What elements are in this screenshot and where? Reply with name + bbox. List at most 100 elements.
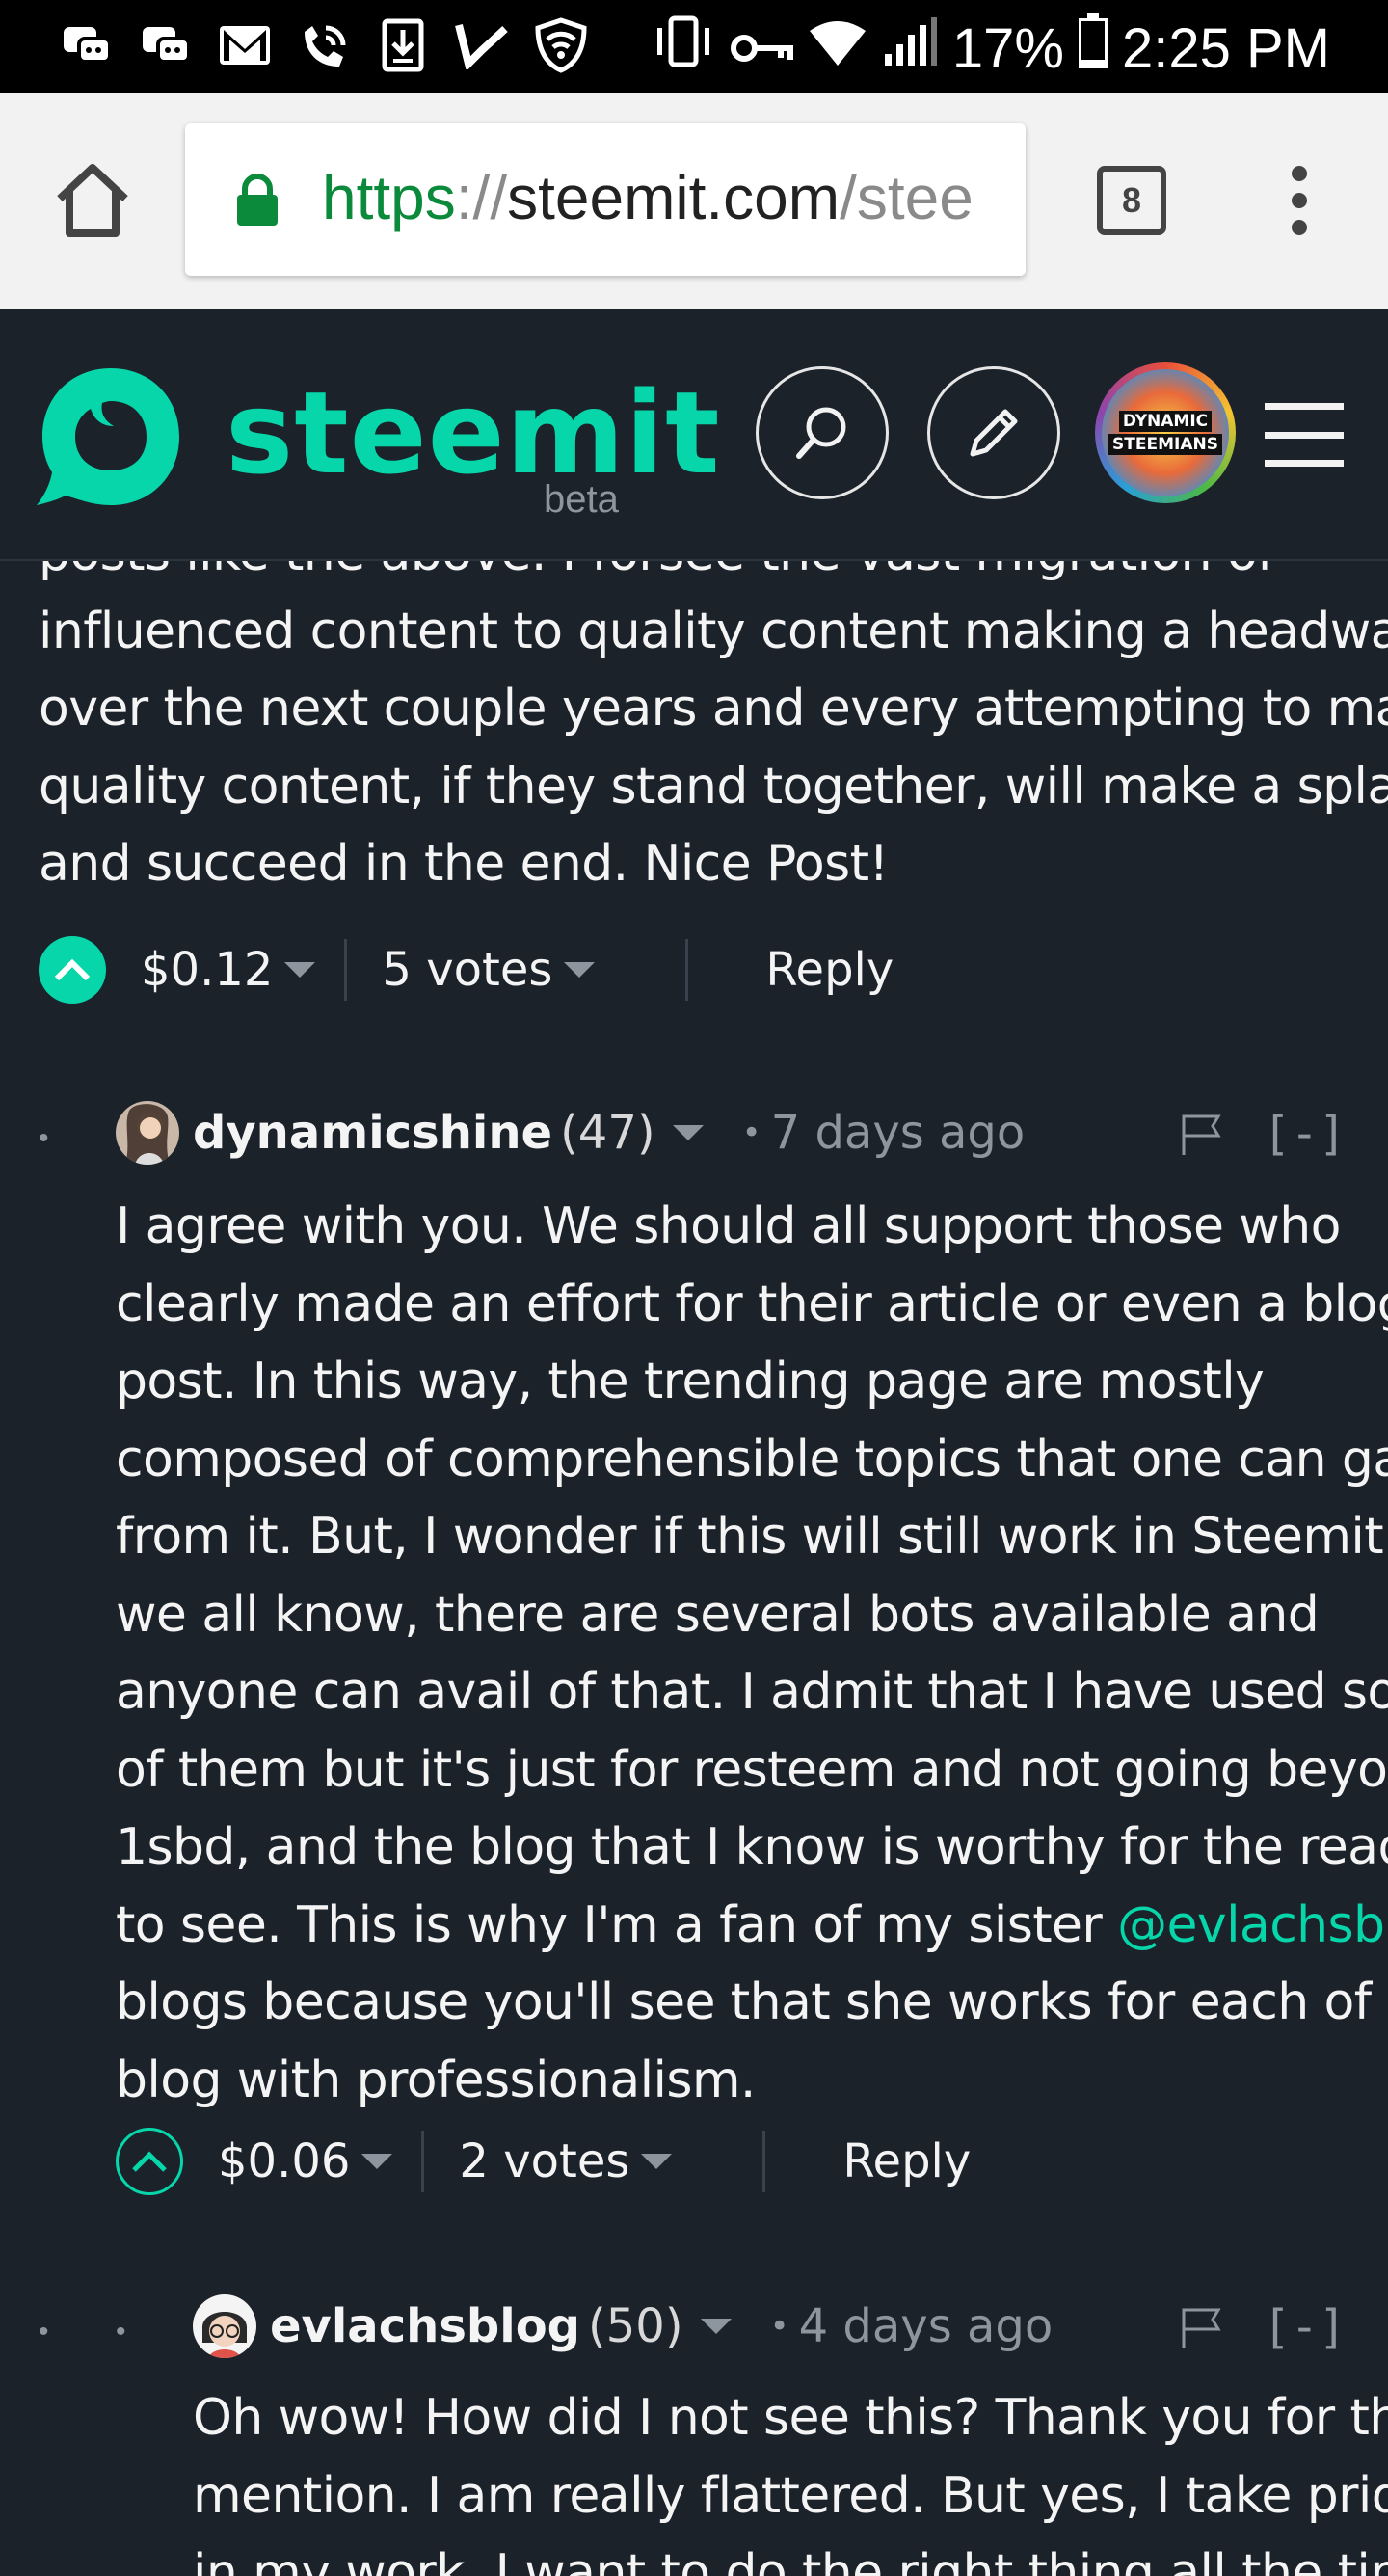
comment-line: mention. I am really flattered. But yes,… bbox=[193, 2466, 1388, 2525]
comment-line: blogs because you'll see that she works … bbox=[116, 1973, 1388, 2031]
beta-label: beta bbox=[544, 478, 619, 521]
flag-icon bbox=[1182, 1114, 1221, 1155]
steemit-logo-icon[interactable] bbox=[37, 362, 185, 516]
url-scheme: https bbox=[322, 163, 456, 232]
separator-dot: • bbox=[741, 1114, 761, 1152]
comment-line: we all know, there are several bots avai… bbox=[116, 1585, 1320, 1644]
avatar-text-line2: STEEMIANS bbox=[1108, 434, 1222, 455]
url-fade bbox=[968, 123, 1026, 276]
notification-icon bbox=[58, 17, 116, 73]
upvote-button[interactable] bbox=[116, 2128, 183, 2195]
divider bbox=[762, 2131, 766, 2192]
votes-count[interactable]: 2 votes bbox=[459, 2134, 629, 2188]
wifi-icon bbox=[808, 16, 868, 81]
status-bar: 17% 2:25 PM bbox=[0, 0, 1388, 93]
collapse-button[interactable]: [-] bbox=[1263, 2300, 1347, 2354]
author-reputation: (50) bbox=[588, 2299, 683, 2353]
divider bbox=[685, 939, 689, 1001]
comment-line: to see. This is why I'm a fan of my sist… bbox=[116, 1887, 1388, 1965]
hamburger-line bbox=[1265, 431, 1344, 439]
search-icon bbox=[796, 407, 846, 459]
pencil-icon bbox=[970, 409, 1018, 457]
flag-button[interactable] bbox=[1180, 1113, 1222, 1162]
comment-footer: $0.12 5 votes Reply bbox=[39, 931, 894, 1008]
search-button[interactable] bbox=[756, 366, 889, 499]
comment-line: Oh wow! How did I not see this? Thank yo… bbox=[193, 2389, 1388, 2447]
reply-link[interactable]: Reply bbox=[765, 943, 894, 997]
url-separator: :// bbox=[455, 163, 508, 232]
status-icons-left bbox=[58, 17, 590, 73]
comment-author[interactable]: evlachsblog bbox=[270, 2299, 580, 2353]
votes-dropdown-icon[interactable] bbox=[641, 2154, 673, 2169]
comments-section: posts like the above. I forsee the vast … bbox=[0, 561, 1388, 2576]
mention-link[interactable]: @evlachsblog bbox=[1117, 1896, 1388, 1954]
url-bar[interactable]: https://steemit.com/stee bbox=[185, 123, 1026, 276]
wifi-call-icon bbox=[295, 17, 353, 73]
hamburger-menu-button[interactable] bbox=[1265, 403, 1344, 467]
comment-line: blog with professionalism. bbox=[116, 2051, 756, 2109]
browser-toolbar: https://steemit.com/stee 8 bbox=[0, 93, 1388, 309]
author-reputation: (47) bbox=[560, 1106, 655, 1160]
comment-age[interactable]: 7 days ago bbox=[771, 1106, 1026, 1160]
comment-line: posts like the above. I forsee the vast … bbox=[39, 561, 1388, 593]
battery-percent: 17% bbox=[951, 16, 1064, 80]
url-path: /stee bbox=[840, 163, 974, 232]
url-text: https://steemit.com/stee bbox=[322, 162, 974, 233]
upvote-button[interactable] bbox=[39, 936, 106, 1004]
tab-switcher-button[interactable]: 8 bbox=[1097, 166, 1166, 235]
comment-line: influenced content to quality content ma… bbox=[39, 602, 1388, 660]
site-header: steemit beta DYNAMIC STEEMIANS bbox=[0, 309, 1388, 561]
comment-footer: $0.06 2 votes Reply bbox=[116, 2123, 971, 2200]
steemit-logo-text[interactable]: steemit bbox=[226, 366, 721, 499]
comment-line: 1sbd, and the blog that I know is worthy… bbox=[116, 1818, 1388, 1876]
comment-line: I agree with you. We should all support … bbox=[116, 1197, 1341, 1255]
signal-icon bbox=[881, 15, 939, 81]
gmail-icon bbox=[216, 17, 274, 73]
author-dropdown-icon[interactable] bbox=[700, 2319, 732, 2334]
home-button[interactable] bbox=[52, 160, 133, 241]
check-icon bbox=[453, 17, 511, 73]
browser-menu-button[interactable] bbox=[1282, 160, 1317, 241]
comment-age[interactable]: 4 days ago bbox=[799, 2299, 1054, 2353]
comment-line: from it. But, I wonder if this will stil… bbox=[116, 1508, 1388, 1566]
comment-body: posts like the above. I forsee the vast … bbox=[39, 561, 1388, 903]
reply-link[interactable]: Reply bbox=[842, 2134, 971, 2188]
payout-value[interactable]: $0.12 bbox=[141, 943, 273, 997]
avatar-text-line1: DYNAMIC bbox=[1118, 411, 1213, 432]
thread-dot: • bbox=[39, 1122, 49, 1154]
comment-line: of them but it's just for resteem and no… bbox=[116, 1740, 1388, 1799]
clock: 2:25 PM bbox=[1122, 16, 1330, 80]
collapse-button[interactable]: [-] bbox=[1263, 1107, 1347, 1161]
hamburger-line bbox=[1265, 403, 1344, 410]
download-icon bbox=[374, 17, 432, 73]
flag-button[interactable] bbox=[1180, 2306, 1222, 2355]
home-icon bbox=[57, 164, 128, 237]
chevron-up-icon bbox=[54, 958, 91, 981]
avatar: DYNAMIC STEEMIANS bbox=[1102, 369, 1229, 496]
payout-value[interactable]: $0.06 bbox=[218, 2134, 350, 2188]
more-vert-icon bbox=[1292, 166, 1307, 235]
comment-line: and succeed in the end. Nice Post! bbox=[39, 835, 889, 893]
avatar[interactable] bbox=[193, 2294, 256, 2358]
comment-line: clearly made an effort for their article… bbox=[116, 1275, 1388, 1333]
comment-line: in my work. I want to do the right thing… bbox=[193, 2544, 1388, 2576]
votes-dropdown-icon[interactable] bbox=[564, 962, 596, 978]
separator-dot: • bbox=[769, 2307, 789, 2346]
payout-dropdown-icon[interactable] bbox=[284, 962, 316, 978]
comment-line: post. In this way, the trending page are… bbox=[116, 1353, 1265, 1410]
author-dropdown-icon[interactable] bbox=[672, 1125, 704, 1140]
comment-line: over the next couple years and every att… bbox=[39, 680, 1388, 738]
votes-count[interactable]: 5 votes bbox=[382, 943, 552, 997]
avatar[interactable] bbox=[116, 1101, 179, 1165]
comment-body: I agree with you. We should all support … bbox=[116, 1188, 1388, 2119]
comment-author[interactable]: dynamicshine bbox=[193, 1106, 552, 1160]
comment-header: evlachsblog (50) • 4 days ago bbox=[193, 2293, 1053, 2360]
payout-dropdown-icon[interactable] bbox=[361, 2154, 393, 2169]
key-icon bbox=[730, 16, 794, 81]
user-avatar-button[interactable]: DYNAMIC STEEMIANS bbox=[1095, 362, 1236, 503]
lock-icon bbox=[235, 174, 280, 232]
flag-icon bbox=[1182, 2308, 1221, 2348]
thread-dot: • bbox=[39, 2316, 49, 2348]
submit-story-button[interactable] bbox=[927, 366, 1060, 499]
url-host: steemit.com bbox=[507, 163, 841, 232]
